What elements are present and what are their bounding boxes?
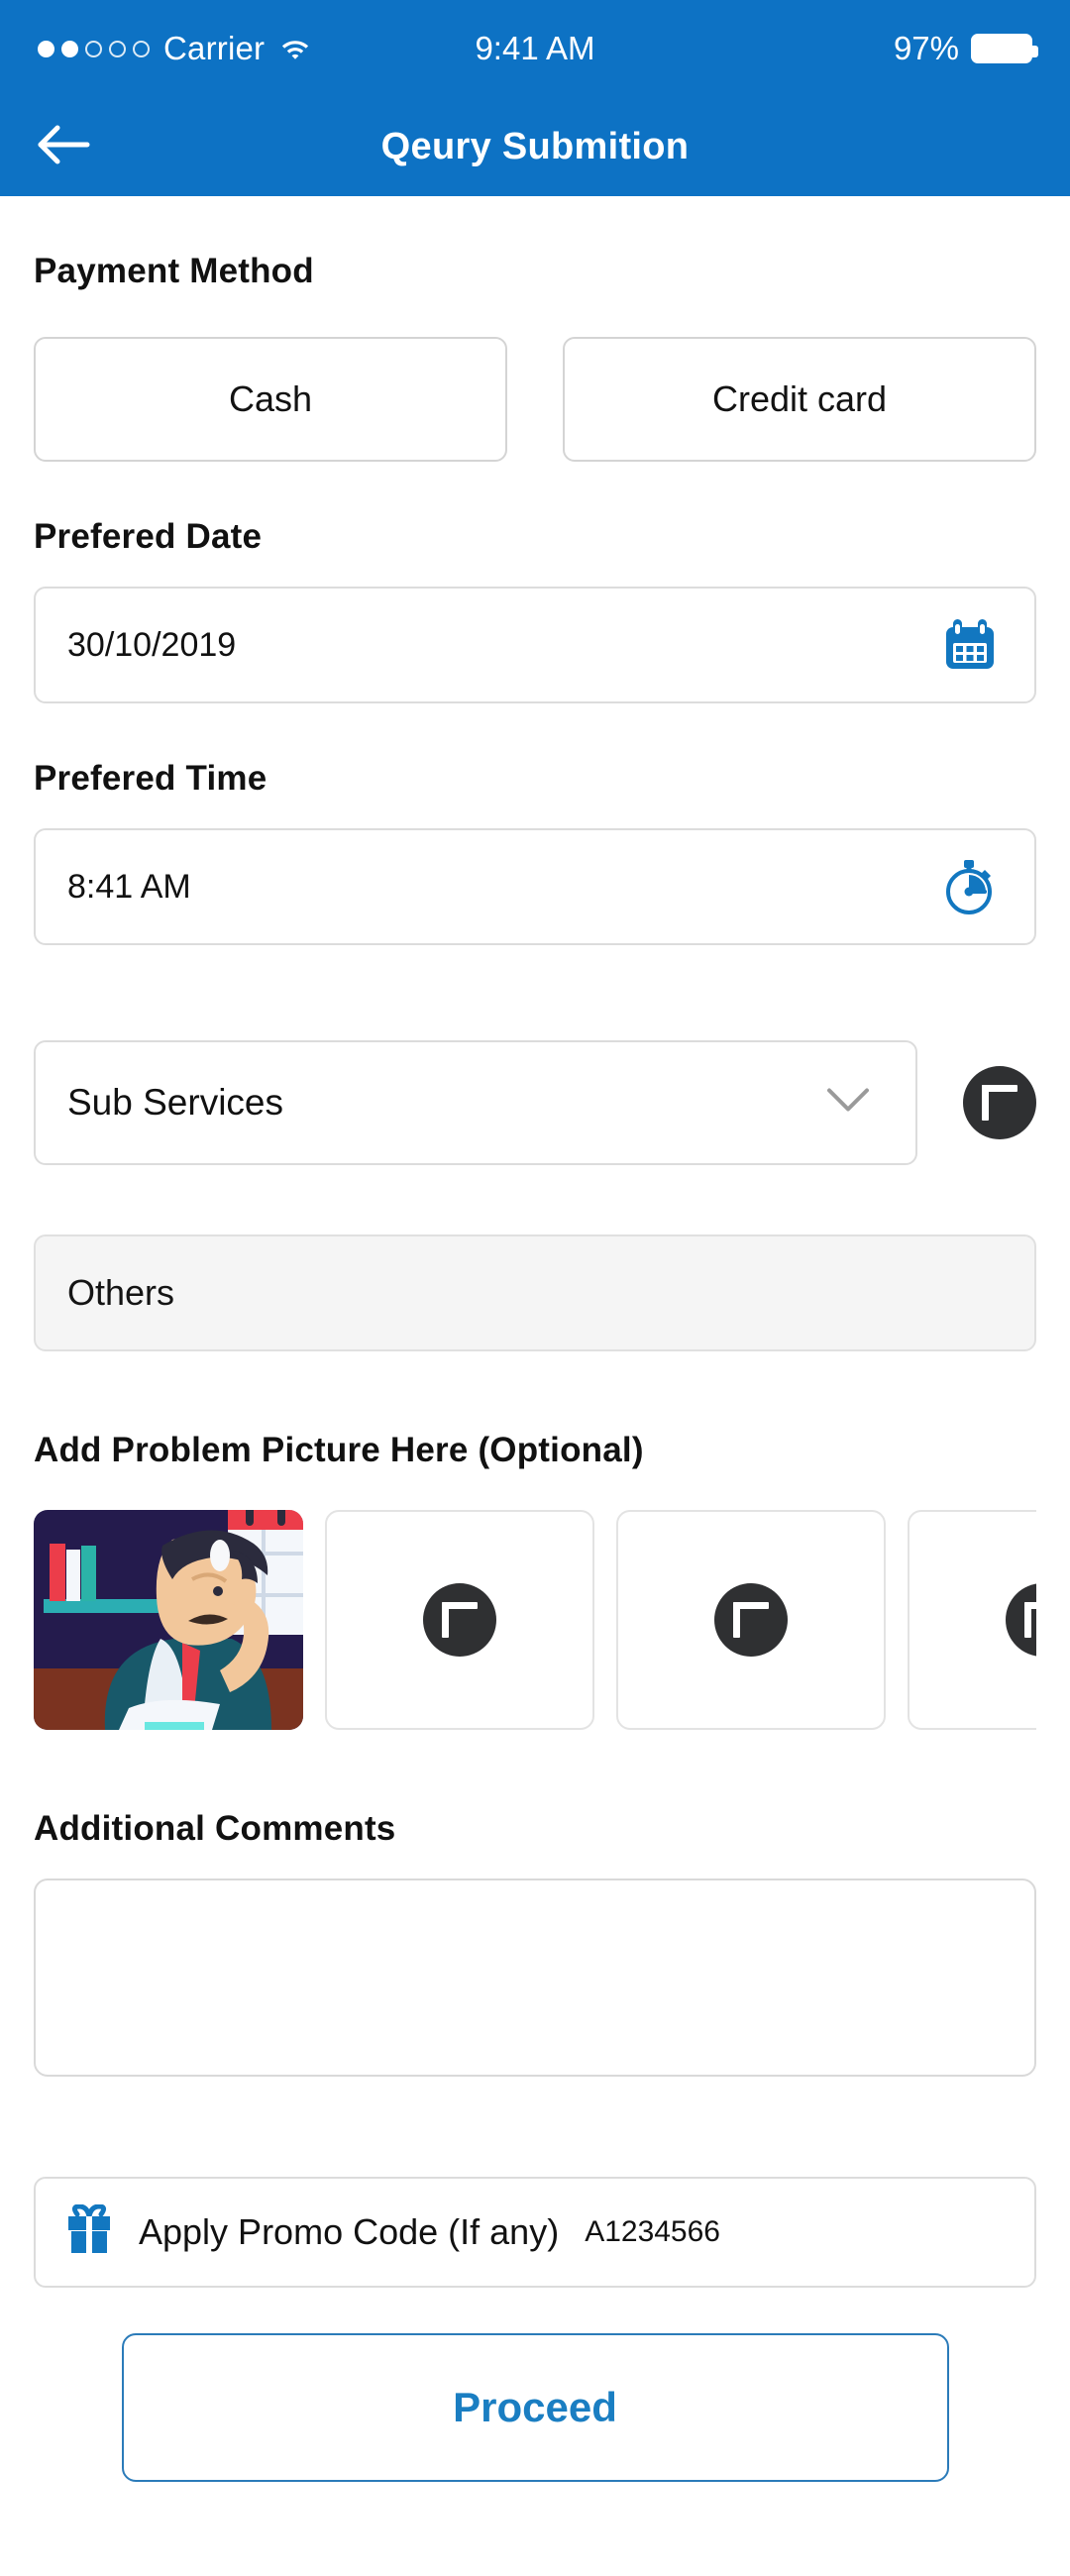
preferred-date-label: Prefered Date xyxy=(34,517,263,556)
add-photo-tile[interactable] xyxy=(908,1510,1036,1730)
payment-option-credit-card[interactable]: Credit card xyxy=(563,337,1036,462)
problem-picture-strip[interactable] xyxy=(34,1510,1036,1730)
preferred-date-field[interactable]: 30/10/2019 xyxy=(34,587,1036,703)
gift-icon xyxy=(65,2202,113,2261)
add-photo-tile[interactable] xyxy=(616,1510,886,1730)
stopwatch-icon[interactable] xyxy=(941,857,997,916)
status-bar-left: Carrier xyxy=(38,30,312,67)
form-content: Payment Method Cash Credit card Prefered… xyxy=(0,196,1070,2482)
payment-option-cash[interactable]: Cash xyxy=(34,337,507,462)
preferred-date-value: 30/10/2019 xyxy=(67,625,237,664)
calendar-icon[interactable] xyxy=(943,617,997,673)
wifi-icon xyxy=(278,36,312,61)
proceed-section: Proceed xyxy=(34,2333,1036,2482)
chevron-down-icon xyxy=(826,1088,870,1119)
payment-method-label: Payment Method xyxy=(34,252,314,290)
promo-code-label: Apply Promo Code (If any) xyxy=(139,2211,560,2252)
payment-method-options: Cash Credit card xyxy=(34,337,1036,462)
carrier-label: Carrier xyxy=(163,30,266,66)
others-value: Others xyxy=(67,1272,175,1313)
additional-comments-label: Additional Comments xyxy=(34,1809,396,1848)
back-button[interactable] xyxy=(24,112,103,181)
others-field[interactable]: Others xyxy=(34,1234,1036,1351)
sub-services-row: Sub Services xyxy=(34,1040,1036,1165)
problem-picture-label: Add Problem Picture Here (Optional) xyxy=(34,1431,644,1469)
payment-option-cash-label: Cash xyxy=(228,378,313,419)
preferred-time-field[interactable]: 8:41 AM xyxy=(34,828,1036,945)
add-photo-button[interactable] xyxy=(423,1583,496,1657)
payment-option-credit-card-label: Credit card xyxy=(711,378,888,419)
back-arrow-icon xyxy=(36,124,91,170)
app-screen: Carrier 9:41 AM 97% Qeury Submition Paym… xyxy=(0,0,1070,2576)
signal-strength-icon xyxy=(38,40,150,57)
plus-icon xyxy=(982,1085,1017,1121)
add-photo-button[interactable] xyxy=(714,1583,788,1657)
proceed-button[interactable]: Proceed xyxy=(121,2333,949,2482)
preferred-time-value: 8:41 AM xyxy=(67,867,191,906)
add-sub-service-button[interactable] xyxy=(963,1066,1036,1139)
page-title: Qeury Submition xyxy=(380,125,690,167)
problem-picture-thumbnail[interactable] xyxy=(34,1510,303,1730)
battery-icon xyxy=(971,34,1038,63)
add-photo-tile[interactable] xyxy=(325,1510,594,1730)
plus-icon xyxy=(442,1602,478,1638)
status-bar: Carrier 9:41 AM 97% xyxy=(0,0,1070,97)
promo-code-field[interactable]: Apply Promo Code (If any) A1234566 xyxy=(34,2177,1036,2288)
plus-icon xyxy=(1024,1602,1036,1638)
app-header: Qeury Submition xyxy=(0,97,1070,196)
sub-services-selected-label: Sub Services xyxy=(67,1082,283,1123)
promo-code-value: A1234566 xyxy=(585,2215,720,2248)
preferred-time-label: Prefered Time xyxy=(34,759,268,798)
plus-icon xyxy=(733,1602,769,1638)
add-photo-button[interactable] xyxy=(1006,1583,1036,1657)
status-bar-right: 97% xyxy=(893,30,1038,67)
sub-services-select[interactable]: Sub Services xyxy=(34,1040,917,1165)
additional-comments-input[interactable] xyxy=(34,1878,1036,2077)
battery-percent-label: 97% xyxy=(893,30,959,66)
